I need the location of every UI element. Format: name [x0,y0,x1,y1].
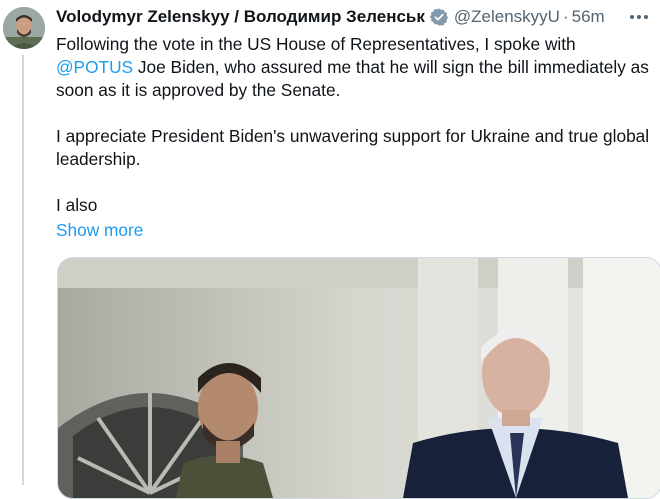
tweet-photo[interactable] [57,257,660,499]
thread-line [22,55,24,485]
tweet-line-2: Joe Biden, who assured me that he will s… [56,57,649,100]
avatar[interactable] [3,7,45,49]
author-handle[interactable]: @ZelenskyyU [454,7,560,27]
timestamp[interactable]: 56m [572,7,605,27]
more-options-icon[interactable] [626,7,652,27]
tweet-paragraph-1: Following the vote in the US House of Re… [56,33,651,102]
separator-dot: · [562,7,569,26]
photo-image [58,258,660,498]
author-name[interactable]: Volodymyr Zelenskyy / Володимир Зеленськ [56,7,425,27]
avatar-image [3,7,45,49]
show-more-link[interactable]: Show more [56,220,143,241]
verified-badge-icon [429,8,449,26]
mention-link[interactable]: @POTUS [56,57,133,77]
tweet-paragraph-3: I also [56,195,98,215]
tweet-paragraph-2: I appreciate President Biden's unwaverin… [56,126,650,169]
tweet-text: Following the vote in the US House of Re… [56,33,651,217]
tweet-line-1: Following the vote in the US House of Re… [56,34,576,54]
tweet-header: Volodymyr Zelenskyy / Володимир Зеленськ… [56,6,656,28]
